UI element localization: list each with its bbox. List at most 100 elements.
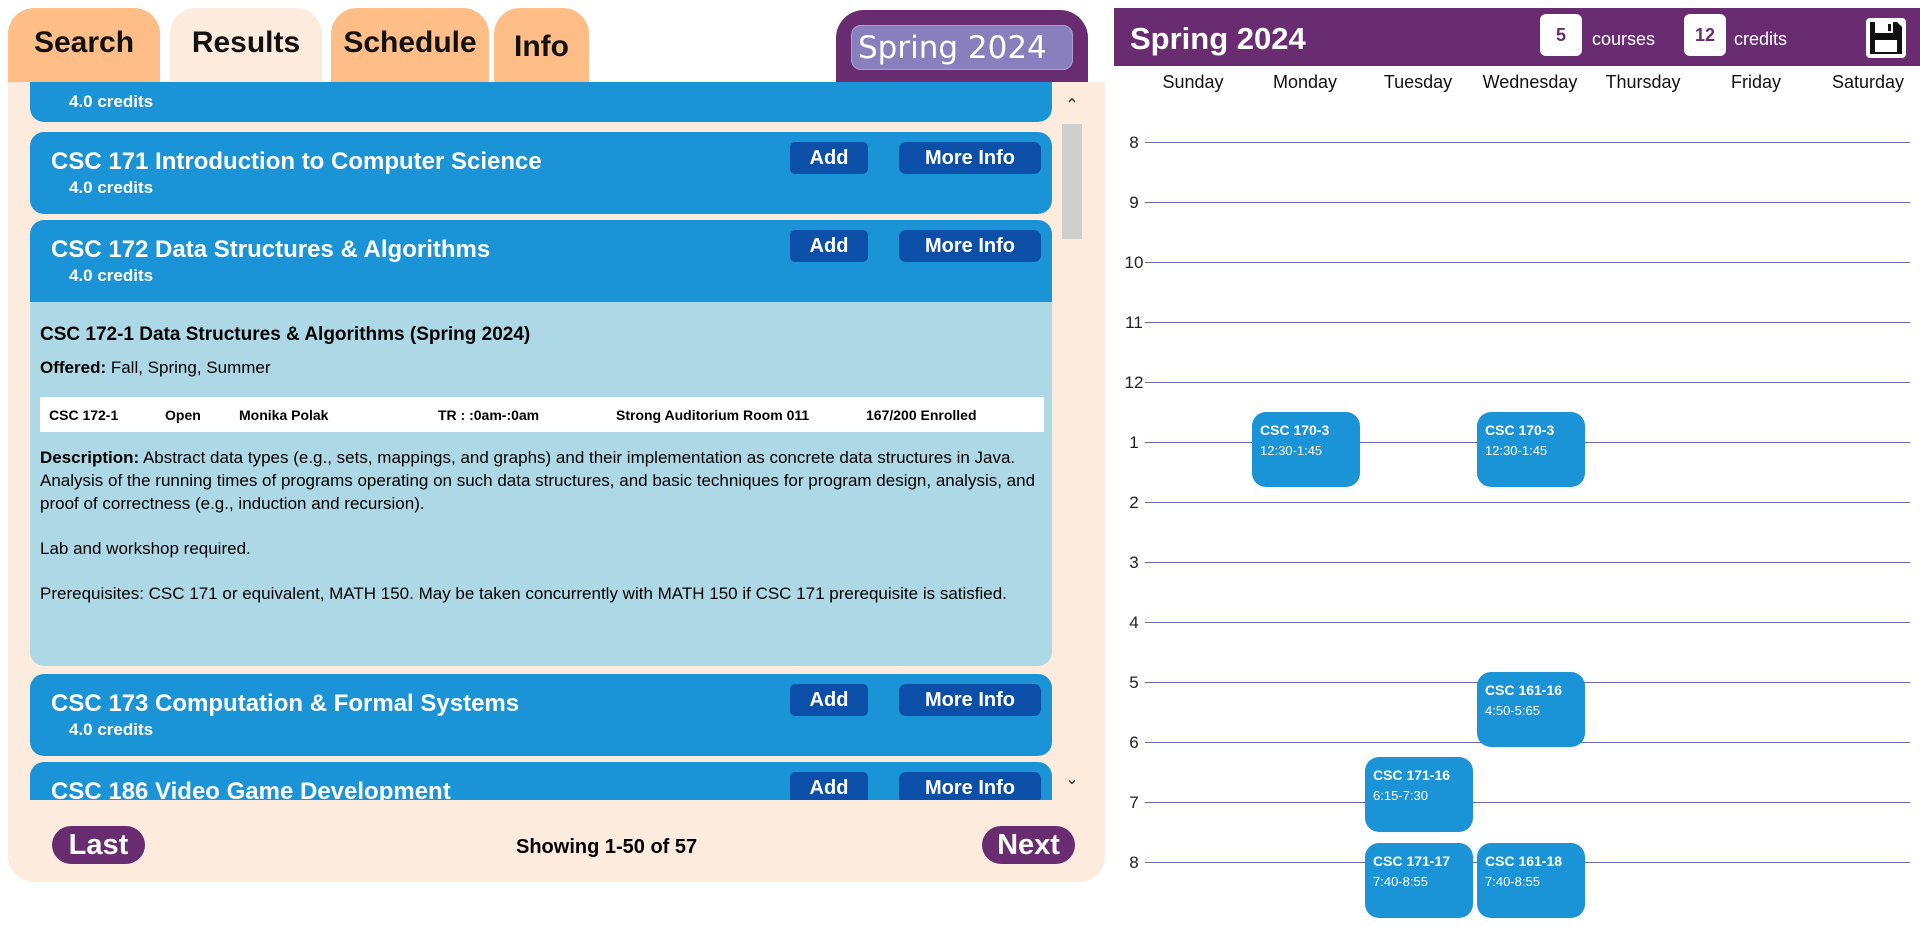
- event-time: 7:40-8:55: [1485, 874, 1540, 889]
- offered-terms: Offered: Fall, Spring, Summer: [40, 358, 271, 377]
- event-course: CSC 170-3: [1260, 422, 1330, 438]
- hour-label: 10: [1124, 253, 1144, 272]
- hour-gridline: [1145, 802, 1910, 803]
- term-selector[interactable]: Spring 2024: [851, 25, 1073, 70]
- hour-label: 2: [1129, 493, 1139, 512]
- day-label-tuesday: Tuesday: [1383, 72, 1453, 92]
- course-details: CSC 172-1 Data Structures & Algorithms (…: [30, 302, 1052, 666]
- hour-gridline: [1145, 562, 1910, 563]
- hour-gridline: [1145, 622, 1910, 623]
- section-instructor: Monika Polak: [239, 407, 329, 423]
- chevron-up-icon[interactable]: ⌃: [1060, 94, 1084, 118]
- schedule-event[interactable]: CSC 161-18 7:40-8:55: [1477, 843, 1585, 918]
- schedule-event[interactable]: CSC 170-3 12:30-1:45: [1477, 412, 1585, 487]
- add-course-button[interactable]: Add: [790, 684, 868, 716]
- schedule-header: Spring 2024 5 courses 12 credits: [1114, 8, 1920, 66]
- course-description: Description: Abstract data types (e.g., …: [40, 446, 1040, 627]
- credits-count-badge: 12: [1684, 14, 1726, 56]
- hour-label: 6: [1129, 733, 1139, 752]
- tab-results[interactable]: Results: [170, 8, 322, 88]
- results-panel: 4.0 credits CSC 171 Introduction to Comp…: [8, 82, 1105, 882]
- section-id: CSC 172-1: [49, 407, 119, 423]
- next-page-button[interactable]: Next: [982, 826, 1075, 864]
- section-status: Open: [165, 407, 201, 423]
- hour-gridline: [1145, 262, 1910, 263]
- event-time: 4:50-5:65: [1485, 703, 1540, 718]
- hour-label: 4: [1129, 613, 1139, 632]
- section-enrollment: 167/200 Enrolled: [866, 407, 977, 423]
- hour-gridline: [1145, 202, 1910, 203]
- day-label-friday: Friday: [1730, 72, 1781, 92]
- day-label-monday: Monday: [1272, 72, 1338, 92]
- results-count: Showing 1-50 of 57: [516, 836, 698, 858]
- hour-label: 11: [1125, 313, 1143, 332]
- hour-label: 7: [1129, 793, 1139, 812]
- course-card-partial[interactable]: 4.0 credits: [30, 82, 1052, 122]
- hour-label: 3: [1129, 553, 1139, 572]
- day-label-wednesday: Wednesday: [1482, 72, 1578, 92]
- course-credits: 4.0 credits: [69, 720, 154, 739]
- last-page-button[interactable]: Last: [52, 826, 145, 864]
- details-title: CSC 172-1 Data Structures & Algorithms (…: [40, 324, 531, 345]
- more-info-button[interactable]: More Info: [899, 772, 1041, 800]
- course-credits: 4.0 credits: [69, 92, 154, 111]
- event-course: CSC 171-16: [1373, 767, 1451, 783]
- event-time: 12:30-1:45: [1485, 443, 1548, 458]
- event-course: CSC 170-3: [1485, 422, 1555, 438]
- more-info-button[interactable]: More Info: [899, 142, 1041, 174]
- tab-search[interactable]: Search: [8, 8, 160, 88]
- chevron-down-icon[interactable]: ⌄: [1060, 768, 1084, 792]
- day-label-thursday: Thursday: [1605, 72, 1681, 92]
- add-course-button[interactable]: Add: [790, 230, 868, 262]
- section-row: CSC 172-1 Open Monika Polak TR : :0am-:0…: [40, 397, 1044, 432]
- prerequisites: Prerequisites: CSC 171 or equivalent, MA…: [40, 584, 1007, 603]
- term-selector-container: Spring 2024: [836, 10, 1088, 88]
- hour-label: 5: [1129, 673, 1139, 692]
- courses-count-label: courses: [1592, 29, 1656, 49]
- course-card-expanded[interactable]: CSC 172 Data Structures & Algorithms 4.0…: [30, 220, 1052, 302]
- course-card[interactable]: CSC 173 Computation & Formal Systems 4.0…: [30, 674, 1052, 756]
- hour-label: 9: [1129, 193, 1139, 212]
- results-scrollbar[interactable]: ⌃ ⌄: [1060, 94, 1084, 792]
- courses-count-badge: 5: [1540, 14, 1582, 56]
- schedule-event[interactable]: CSC 171-16 6:15-7:30: [1365, 757, 1473, 832]
- add-course-button[interactable]: Add: [790, 142, 868, 174]
- course-title: CSC 171 Introduction to Computer Science: [51, 148, 542, 175]
- hour-gridline: [1145, 142, 1910, 143]
- scroll-thumb[interactable]: [1062, 124, 1082, 239]
- course-credits: 4.0 credits: [69, 266, 154, 285]
- tab-schedule[interactable]: Schedule: [331, 8, 489, 88]
- floppy-disk-icon[interactable]: [1864, 16, 1908, 60]
- course-results-list[interactable]: 4.0 credits CSC 171 Introduction to Comp…: [28, 82, 1066, 800]
- more-info-button[interactable]: More Info: [899, 230, 1041, 262]
- schedule-event[interactable]: CSC 161-16 4:50-5:65: [1477, 672, 1585, 747]
- hour-gridline: [1145, 502, 1910, 503]
- section-time: TR : :0am-:0am: [438, 407, 540, 423]
- lab-note: Lab and workshop required.: [40, 539, 251, 558]
- event-time: 7:40-8:55: [1373, 874, 1428, 889]
- schedule-title: Spring 2024: [1130, 21, 1306, 56]
- section-location: Strong Auditorium Room 011: [616, 407, 810, 423]
- schedule-event[interactable]: CSC 170-3 12:30-1:45: [1252, 412, 1360, 487]
- schedule-event[interactable]: CSC 171-17 7:40-8:55: [1365, 843, 1473, 918]
- course-title: CSC 173 Computation & Formal Systems: [51, 690, 520, 717]
- event-course: CSC 161-18: [1485, 853, 1563, 869]
- event-time: 12:30-1:45: [1260, 443, 1323, 458]
- hour-gridline: [1145, 322, 1910, 323]
- hour-label: 1: [1129, 433, 1139, 452]
- hour-label: 12: [1124, 373, 1144, 392]
- event-course: CSC 161-16: [1485, 682, 1563, 698]
- tab-info[interactable]: Info: [494, 8, 589, 88]
- day-label-saturday: Saturday: [1831, 72, 1905, 92]
- course-title: CSC 172 Data Structures & Algorithms: [51, 236, 491, 263]
- course-card[interactable]: CSC 171 Introduction to Computer Science…: [30, 132, 1052, 214]
- event-time: 6:15-7:30: [1373, 788, 1428, 803]
- hour-label: 8: [1129, 853, 1139, 872]
- course-title: CSC 186 Video Game Development: [51, 778, 451, 800]
- add-course-button[interactable]: Add: [790, 772, 868, 800]
- event-course: CSC 171-17: [1373, 853, 1451, 869]
- course-card[interactable]: CSC 186 Video Game Development Add More …: [30, 762, 1052, 800]
- more-info-button[interactable]: More Info: [899, 684, 1041, 716]
- credits-count-label: credits: [1734, 29, 1788, 49]
- course-credits: 4.0 credits: [69, 178, 154, 197]
